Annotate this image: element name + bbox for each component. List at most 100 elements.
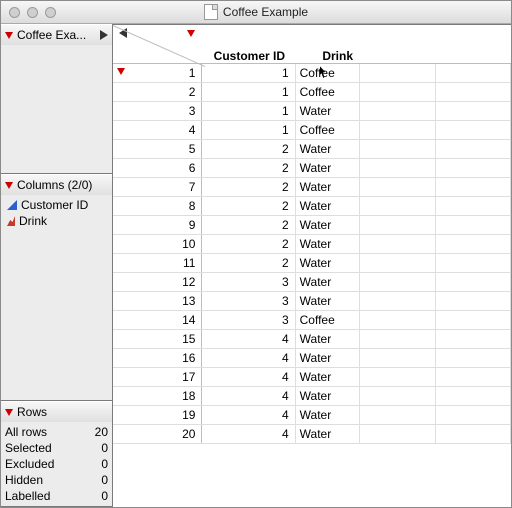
table-row[interactable]: 133Water — [113, 292, 511, 311]
empty-cell[interactable] — [435, 387, 510, 406]
disclosure-icon[interactable] — [5, 182, 13, 189]
drink-cell[interactable]: Water — [295, 387, 359, 406]
drink-cell[interactable]: Water — [295, 292, 359, 311]
table-row[interactable]: 154Water — [113, 330, 511, 349]
customer-id-cell[interactable]: 3 — [202, 273, 295, 292]
customer-id-cell[interactable]: 4 — [202, 349, 295, 368]
drink-cell[interactable]: Water — [295, 368, 359, 387]
drink-cell[interactable]: Coffee — [295, 121, 359, 140]
drink-cell[interactable]: Coffee — [295, 83, 359, 102]
minimize-light[interactable] — [27, 7, 38, 18]
table-row[interactable]: 184Water — [113, 387, 511, 406]
empty-cell[interactable] — [360, 121, 435, 140]
table-row[interactable]: 11Coffee — [113, 64, 511, 83]
row-number-cell[interactable]: 19 — [113, 406, 202, 425]
table-row[interactable]: 194Water — [113, 406, 511, 425]
drink-cell[interactable]: Water — [295, 216, 359, 235]
table-row[interactable]: 112Water — [113, 254, 511, 273]
customer-id-cell[interactable]: 4 — [202, 330, 295, 349]
empty-cell[interactable] — [435, 311, 510, 330]
rows-menu-icon[interactable] — [117, 68, 125, 75]
drink-cell[interactable]: Water — [295, 406, 359, 425]
table-row[interactable]: 204Water — [113, 425, 511, 444]
row-number-cell[interactable]: 13 — [113, 292, 202, 311]
empty-cell[interactable] — [360, 64, 435, 83]
row-number-cell[interactable]: 2 — [113, 83, 202, 102]
row-number-cell[interactable]: 4 — [113, 121, 202, 140]
empty-cell[interactable] — [435, 64, 510, 83]
column-header-drink[interactable]: Drink — [291, 49, 359, 63]
customer-id-cell[interactable]: 2 — [202, 235, 295, 254]
empty-cell[interactable] — [435, 159, 510, 178]
empty-cell[interactable] — [435, 178, 510, 197]
column-header-customer[interactable]: Customer ID — [197, 49, 291, 63]
table-row[interactable]: 41Coffee — [113, 121, 511, 140]
customer-id-cell[interactable]: 4 — [202, 387, 295, 406]
row-number-cell[interactable]: 16 — [113, 349, 202, 368]
customer-id-cell[interactable]: 4 — [202, 368, 295, 387]
customer-id-cell[interactable]: 4 — [202, 406, 295, 425]
row-number-cell[interactable]: 5 — [113, 140, 202, 159]
table-row[interactable]: 72Water — [113, 178, 511, 197]
empty-cell[interactable] — [435, 121, 510, 140]
empty-cell[interactable] — [360, 311, 435, 330]
drink-cell[interactable]: Water — [295, 235, 359, 254]
drink-cell[interactable]: Water — [295, 425, 359, 444]
row-number-cell[interactable]: 10 — [113, 235, 202, 254]
empty-cell[interactable] — [435, 197, 510, 216]
table-row[interactable]: 102Water — [113, 235, 511, 254]
empty-cell[interactable] — [360, 368, 435, 387]
customer-id-cell[interactable]: 4 — [202, 425, 295, 444]
customer-id-cell[interactable]: 2 — [202, 197, 295, 216]
column-item[interactable]: Drink — [5, 213, 108, 229]
customer-id-cell[interactable]: 2 — [202, 140, 295, 159]
disclosure-icon[interactable] — [5, 32, 13, 39]
source-panel-header[interactable]: Coffee Exa... — [1, 25, 112, 45]
drink-cell[interactable]: Water — [295, 178, 359, 197]
row-number-cell[interactable]: 8 — [113, 197, 202, 216]
empty-cell[interactable] — [435, 235, 510, 254]
row-number-cell[interactable]: 14 — [113, 311, 202, 330]
row-number-cell[interactable]: 9 — [113, 216, 202, 235]
drink-cell[interactable]: Water — [295, 330, 359, 349]
drink-cell[interactable]: Water — [295, 102, 359, 121]
empty-cell[interactable] — [435, 254, 510, 273]
empty-cell[interactable] — [360, 83, 435, 102]
empty-cell[interactable] — [360, 159, 435, 178]
column-item[interactable]: Customer ID — [5, 197, 108, 213]
empty-cell[interactable] — [435, 406, 510, 425]
drink-cell[interactable]: Water — [295, 140, 359, 159]
customer-id-cell[interactable]: 1 — [202, 83, 295, 102]
empty-cell[interactable] — [360, 406, 435, 425]
table-row[interactable]: 143Coffee — [113, 311, 511, 330]
table-row[interactable]: 164Water — [113, 349, 511, 368]
table-row[interactable]: 21Coffee — [113, 83, 511, 102]
rows-panel-header[interactable]: Rows — [1, 402, 112, 422]
customer-id-cell[interactable]: 2 — [202, 178, 295, 197]
zoom-light[interactable] — [45, 7, 56, 18]
drink-cell[interactable]: Water — [295, 349, 359, 368]
table-row[interactable]: 31Water — [113, 102, 511, 121]
nav-right-icon[interactable] — [100, 30, 108, 40]
row-number-cell[interactable]: 7 — [113, 178, 202, 197]
row-number-cell[interactable]: 11 — [113, 254, 202, 273]
empty-cell[interactable] — [435, 102, 510, 121]
empty-cell[interactable] — [360, 216, 435, 235]
columns-panel-header[interactable]: Columns (2/0) — [1, 175, 112, 195]
drink-cell[interactable]: Water — [295, 273, 359, 292]
titlebar[interactable]: Coffee Example — [1, 1, 511, 24]
empty-cell[interactable] — [360, 254, 435, 273]
drink-cell[interactable]: Coffee — [295, 311, 359, 330]
table-row[interactable]: 82Water — [113, 197, 511, 216]
empty-cell[interactable] — [360, 273, 435, 292]
row-number-cell[interactable]: 20 — [113, 425, 202, 444]
empty-cell[interactable] — [435, 425, 510, 444]
customer-id-cell[interactable]: 1 — [202, 64, 295, 83]
empty-cell[interactable] — [360, 235, 435, 254]
customer-id-cell[interactable]: 1 — [202, 121, 295, 140]
empty-cell[interactable] — [435, 83, 510, 102]
disclosure-icon[interactable] — [5, 409, 13, 416]
grid-body[interactable]: 11Coffee21Coffee31Water41Coffee52Water62… — [113, 64, 511, 507]
drink-cell[interactable]: Water — [295, 254, 359, 273]
table-row[interactable]: 174Water — [113, 368, 511, 387]
